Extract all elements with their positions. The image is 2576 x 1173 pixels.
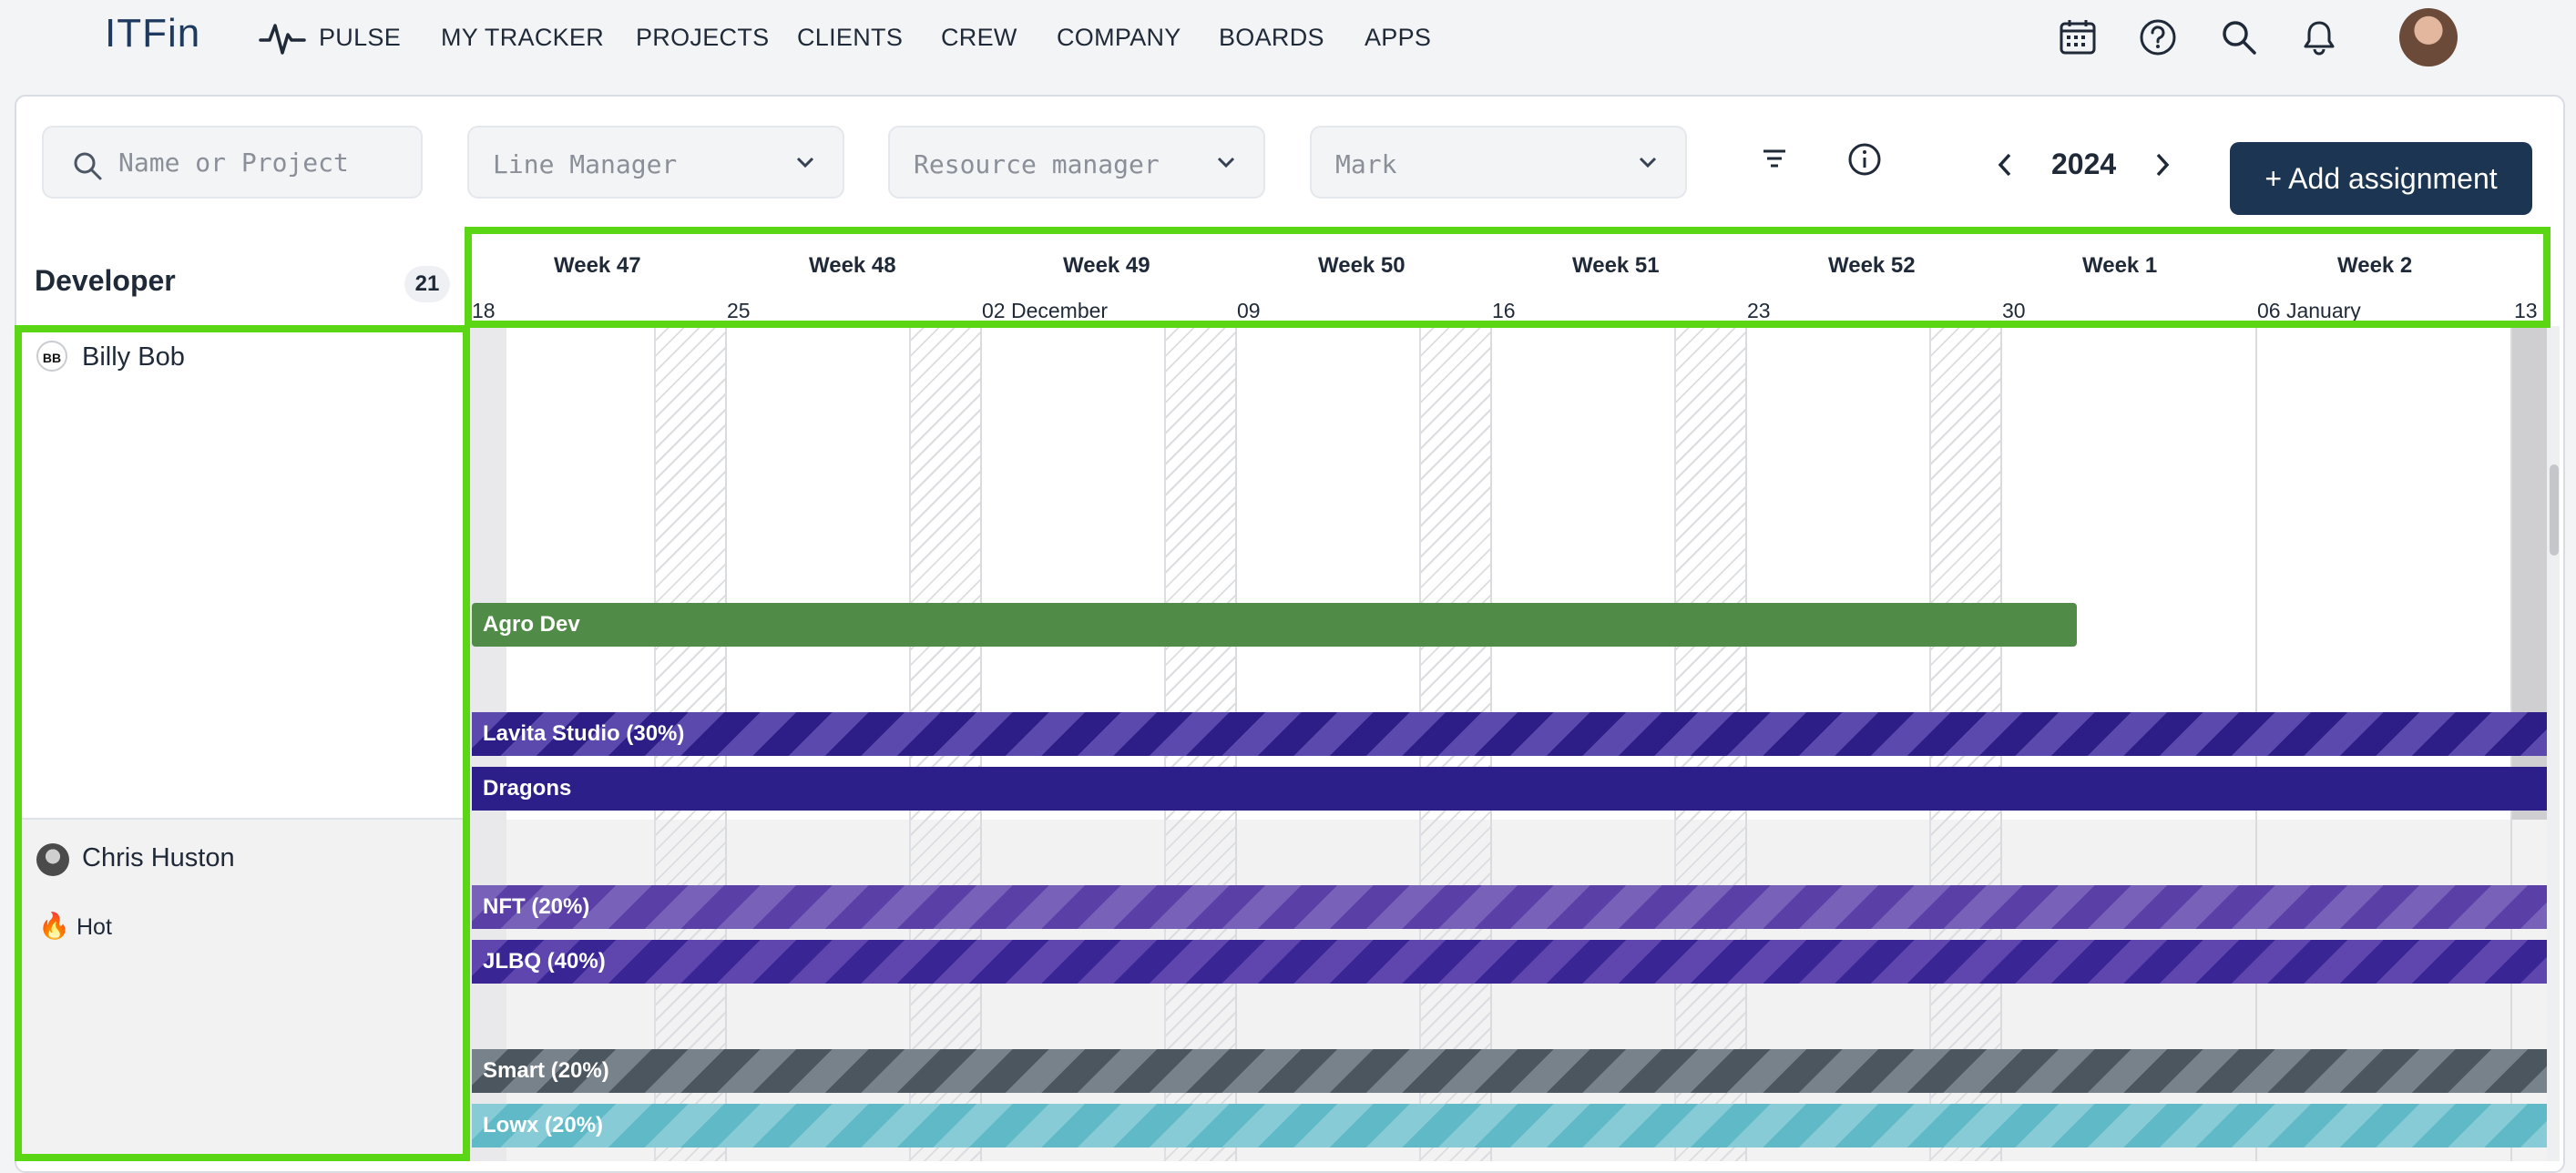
line-manager-placeholder: Line Manager [493,149,678,179]
vertical-scrollbar[interactable] [2547,326,2560,1161]
nav-item-pulse[interactable]: PULSE [319,24,401,52]
mark-placeholder: Mark [1335,149,1397,179]
date-label: 30 [2002,299,2026,322]
nav-item-my-tracker[interactable]: MY TRACKER [441,24,604,52]
resource-manager-placeholder: Resource manager [914,149,1160,179]
chevron-down-icon [1217,157,1235,168]
developer-name[interactable]: Billy Bob [82,342,185,372]
nav-item-projects[interactable]: PROJECTS [636,24,769,52]
scrollbar-thumb[interactable] [2550,464,2559,556]
developer-row[interactable]: BB Billy Bob [16,326,467,820]
assignment-bar-dragons[interactable]: Dragons [472,767,2547,811]
nav-item-crew[interactable]: CREW [941,24,1017,52]
week-label: Week 50 [1318,253,1406,278]
help-icon[interactable] [2139,18,2177,56]
week-label: Week 2 [2337,253,2413,278]
week-label: Week 49 [1063,253,1150,278]
nav-item-boards[interactable]: BOARDS [1219,24,1324,52]
timeline-grid[interactable]: Agro Dev Lavita Studio (30%) Dragons NFT… [470,326,2547,1161]
search-input[interactable] [44,128,421,197]
pulse-icon[interactable] [259,20,306,56]
date-label: 18 [472,299,496,322]
week-label: Week 52 [1828,253,1916,278]
date-label: 25 [727,299,751,322]
assignment-bar-smart[interactable]: Smart (20%) [472,1049,2547,1093]
developer-name[interactable]: Chris Huston [82,843,235,873]
nav-item-apps[interactable]: APPS [1365,24,1431,52]
week-label: Week 1 [2082,253,2158,278]
developer-row[interactable]: Chris Huston 🔥 Hot [16,820,467,1161]
next-year-button[interactable] [2152,151,2172,178]
user-avatar[interactable] [2399,8,2458,66]
avatar [36,843,69,876]
assignment-bar-agro-dev[interactable]: Agro Dev [472,603,2077,647]
nav-item-clients[interactable]: CLIENTS [797,24,903,52]
date-label: 23 [1747,299,1771,322]
prev-year-button[interactable] [1995,151,2015,178]
week-label: Week 48 [809,253,896,278]
assignment-bar-nft[interactable]: NFT (20%) [472,885,2547,929]
developer-count-badge: 21 [404,266,450,302]
filter-icon[interactable] [1758,142,1791,175]
year-label: 2024 [2051,148,2117,180]
assignment-bar-jlbq[interactable]: JLBQ (40%) [472,940,2547,984]
bell-icon[interactable] [2300,18,2338,56]
chevron-down-icon [796,157,814,168]
assignment-bar-lavita-studio[interactable]: Lavita Studio (30%) [472,712,2547,756]
add-assignment-button[interactable]: + Add assignment [2230,142,2532,215]
chevron-down-icon [1639,157,1657,168]
date-label: 09 [1237,299,1261,322]
avatar: BB [36,341,67,372]
date-label: 06 January [2257,299,2361,322]
week-label: Week 47 [554,253,641,278]
resource-manager-select[interactable]: Resource manager [888,126,1265,199]
date-label: 02 December [982,299,1109,322]
timeline-header: Week 47 Week 48 Week 49 Week 50 Week 51 … [470,228,2547,326]
app-logo[interactable]: ITFin [105,11,200,56]
week-label: Week 51 [1572,253,1660,278]
search-filter[interactable] [42,126,423,199]
status-badge: Hot [77,914,112,940]
info-icon[interactable] [1847,142,1882,177]
mark-select[interactable]: Mark [1310,126,1687,199]
nav-item-company[interactable]: COMPANY [1057,24,1181,52]
fire-icon: 🔥 [38,912,70,940]
developer-column-header: Developer [35,264,176,297]
line-manager-select[interactable]: Line Manager [467,126,844,199]
date-label: 13 [2514,299,2538,322]
search-icon[interactable] [2220,18,2258,56]
calendar-icon[interactable] [2059,18,2097,56]
date-label: 16 [1492,299,1516,322]
assignment-bar-lowx[interactable]: Lowx (20%) [472,1104,2547,1148]
top-navigation: ITFin PULSE MY TRACKER PROJECTS CLIENTS … [0,0,2576,91]
